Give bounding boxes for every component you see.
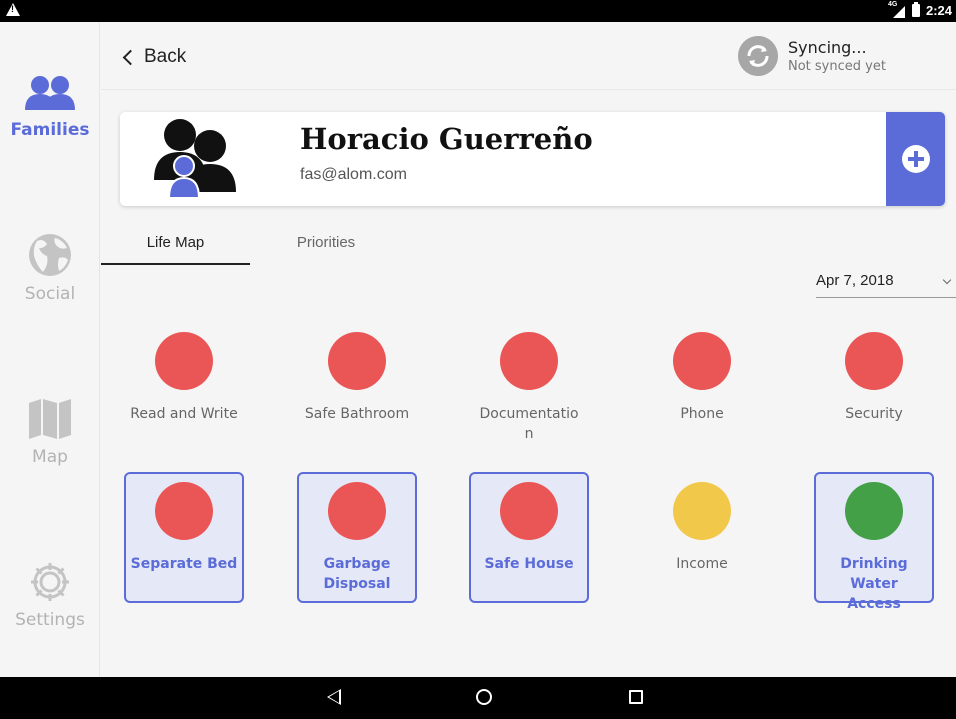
indicator-label: Income: [676, 556, 728, 572]
family-name: Horacio Guerreño: [300, 122, 593, 156]
indicator-status-dot: [673, 482, 731, 540]
indicator-item[interactable]: Income: [642, 482, 762, 574]
warning-icon: [6, 3, 20, 16]
indicator-label: Garbage Disposal: [323, 556, 391, 592]
nav-recents-icon[interactable]: [629, 690, 643, 704]
indicator-label: Read and Write: [130, 406, 238, 422]
indicator-label: Safe Bathroom: [304, 406, 410, 422]
indicator-item[interactable]: Read and Write: [124, 332, 244, 424]
sidebar-item-label: Social: [24, 284, 76, 304]
sidebar-item-label: Settings: [15, 610, 85, 630]
nav-home-icon[interactable]: [476, 689, 492, 705]
add-button[interactable]: [886, 112, 945, 206]
indicator-status-dot: [673, 332, 731, 390]
chevron-left-icon: [122, 49, 139, 65]
tab-life-map[interactable]: Life Map: [101, 234, 250, 265]
sidebar-item-label: Families: [10, 120, 90, 140]
gear-icon: [31, 563, 69, 601]
family-email: fas@alom.com: [300, 166, 407, 183]
sidebar-item-settings[interactable]: Settings: [0, 560, 100, 630]
indicator-label: Phone: [680, 406, 724, 422]
indicator-status-dot: [328, 482, 386, 540]
sidebar-item-label: Map: [32, 447, 68, 467]
status-bar: 4G 2:24: [0, 0, 956, 22]
top-bar: Back Syncing... Not synced yet: [101, 22, 956, 90]
sync-status: Syncing... Not synced yet: [738, 36, 886, 76]
nav-back-icon[interactable]: [327, 689, 341, 705]
indicator-item[interactable]: Drinking Water Access: [814, 472, 934, 612]
sidebar-item-social[interactable]: Social: [0, 232, 100, 304]
back-button[interactable]: Back: [122, 46, 187, 68]
family-avatar-icon: [154, 119, 236, 198]
families-icon: [25, 76, 75, 110]
indicator-item[interactable]: Phone: [642, 332, 762, 424]
signal-icon: 4G: [888, 1, 906, 18]
battery-icon: [911, 2, 920, 17]
clock: 2:24: [925, 3, 952, 18]
indicator-status-dot: [155, 482, 213, 540]
main-content: Back Syncing... Not synced yet Horacio G…: [101, 22, 956, 677]
indicator-label: Separate Bed: [130, 556, 238, 572]
indicator-status-dot: [845, 482, 903, 540]
date-select[interactable]: Apr 7, 2018: [816, 272, 956, 298]
sync-icon: [738, 36, 778, 76]
family-card: Horacio Guerreño fas@alom.com: [120, 112, 945, 206]
indicator-status-dot: [155, 332, 213, 390]
indicator-label: Security: [845, 406, 903, 422]
sync-subtitle: Not synced yet: [788, 59, 886, 74]
indicator-item[interactable]: Separate Bed: [124, 472, 244, 603]
sidebar-item-map[interactable]: Map: [0, 397, 100, 467]
indicator-label: Safe House: [484, 556, 574, 572]
chevron-down-icon: [942, 275, 952, 285]
globe-icon: [29, 234, 71, 276]
indicator-label: Drinking Water Access: [840, 556, 908, 612]
indicator-status-dot: [328, 332, 386, 390]
back-label: Back: [144, 46, 187, 67]
sync-title: Syncing...: [788, 38, 867, 57]
system-nav-bar: [0, 677, 956, 719]
indicator-label: Documentatio n: [479, 406, 579, 442]
indicator-status-dot: [500, 482, 558, 540]
tab-bar: Life Map Priorities: [101, 229, 956, 269]
map-icon: [29, 399, 71, 439]
sidebar: Families Social Map Settings: [0, 22, 100, 677]
sidebar-item-families[interactable]: Families: [0, 74, 100, 140]
plus-icon: [902, 145, 930, 173]
indicator-item[interactable]: Documentatio n: [469, 332, 589, 444]
indicator-status-dot: [845, 332, 903, 390]
indicator-status-dot: [500, 332, 558, 390]
date-value: Apr 7, 2018: [816, 272, 894, 289]
indicator-item[interactable]: Safe Bathroom: [297, 332, 417, 424]
indicator-item[interactable]: Safe House: [469, 472, 589, 603]
indicator-item[interactable]: Garbage Disposal: [297, 472, 417, 603]
indicator-item[interactable]: Security: [814, 332, 934, 424]
tab-priorities[interactable]: Priorities: [276, 234, 376, 251]
